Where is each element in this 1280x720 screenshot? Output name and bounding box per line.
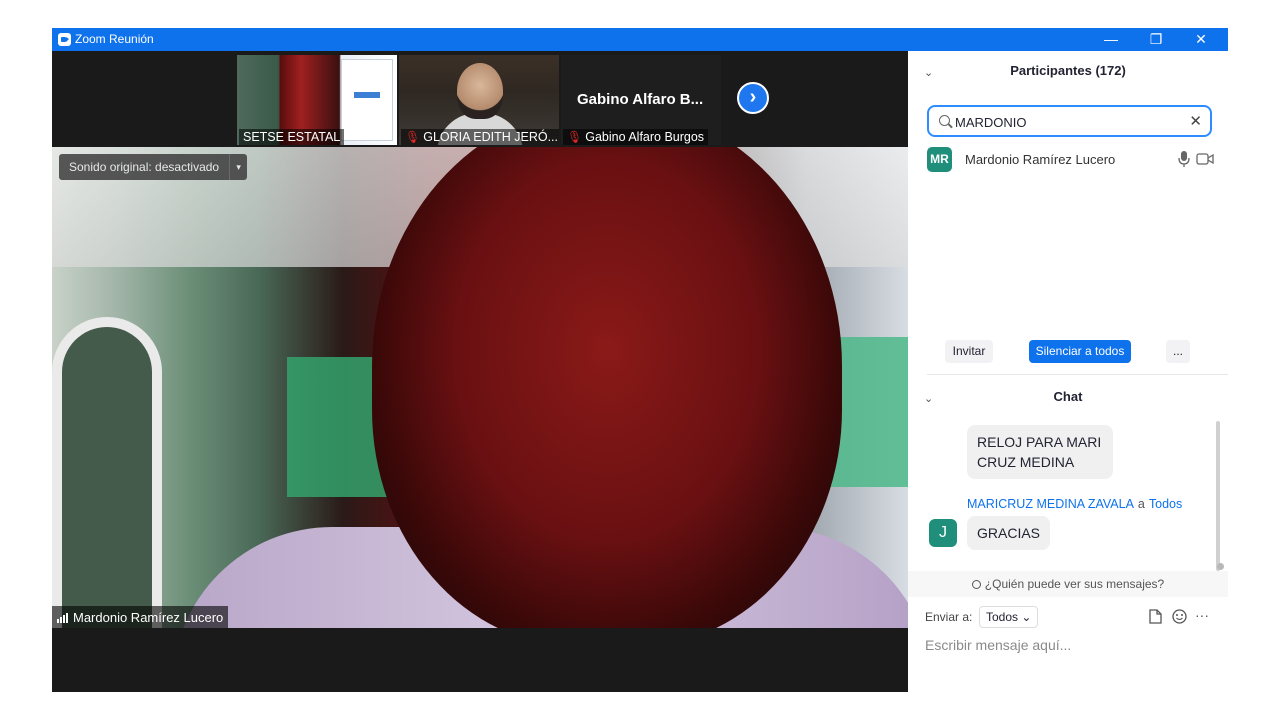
more-chat-options-icon[interactable]: ···: [1195, 607, 1209, 623]
to-word: a: [1137, 497, 1145, 511]
active-speaker-video: Sonido original: desactivado ▾ Mardonio …: [52, 147, 908, 628]
avatar: MR: [927, 147, 952, 172]
search-input[interactable]: [955, 113, 1175, 131]
chat-header: ⌄ Chat: [908, 389, 1228, 415]
search-icon: [939, 115, 950, 126]
speaker-name-tag: Mardonio Ramírez Lucero: [52, 606, 229, 628]
chat-scrollbar[interactable]: [1216, 421, 1220, 571]
avatar: J: [929, 519, 957, 547]
emoji-icon[interactable]: [1172, 609, 1187, 624]
panel-divider: [927, 374, 1228, 375]
side-panel: ⌄ Participantes (172) ✕ MR Mardonio Ramí…: [908, 51, 1228, 692]
zoom-logo-icon: [58, 33, 71, 46]
thumbnail-setse-estatal[interactable]: SETSE ESTATAL: [237, 55, 397, 145]
sender-name[interactable]: MARICRUZ MEDINA ZAVALA: [967, 497, 1134, 511]
chat-title: Chat: [1053, 389, 1083, 404]
video-person: [457, 63, 503, 119]
chat-message: GRACIAS: [967, 516, 1051, 550]
next-page-button[interactable]: ›: [737, 82, 769, 114]
chevron-down-icon[interactable]: ▾: [229, 154, 247, 180]
title-bar: Zoom Reunión — ❐ ✕: [52, 28, 1228, 51]
thumbnail-strip: SETSE ESTATAL 🎙 GLORIA EDITH JERÓ... Gabi…: [52, 51, 908, 147]
muted-mic-icon: 🎙: [405, 130, 421, 144]
message-input[interactable]: Escribir mensaje aquí...: [925, 637, 1071, 653]
chat-sender-line: MARICRUZ MEDINA ZAVALA a Todos: [967, 497, 1182, 511]
recipient-name[interactable]: Todos: [1149, 497, 1182, 511]
close-window-button[interactable]: ✕: [1179, 28, 1223, 51]
participant-row[interactable]: MR Mardonio Ramírez Lucero: [927, 147, 1217, 173]
zoom-window: Zoom Reunión — ❐ ✕ SETSE ESTATAL 🎙 GLORIA…: [52, 28, 1228, 692]
who-can-see-text: ¿Quién puede ver sus mensajes?: [984, 577, 1165, 591]
minimize-button[interactable]: —: [1089, 28, 1133, 51]
thumbnail-gabino[interactable]: Gabino Alfaro B... 🎙 Gabino Alfaro Burgos: [561, 55, 721, 145]
microphone-icon[interactable]: [1177, 150, 1191, 168]
more-options-button[interactable]: ...: [1166, 340, 1190, 363]
thumbnail-gloria[interactable]: 🎙 GLORIA EDITH JERÓ...: [399, 55, 559, 145]
thumbnail-name: 🎙 GLORIA EDITH JERÓ...: [401, 129, 559, 145]
thumbnail-name: 🎙 Gabino Alfaro Burgos: [563, 129, 709, 145]
video-area: SETSE ESTATAL 🎙 GLORIA EDITH JERÓ... Gabi…: [52, 51, 908, 692]
video-camera-icon[interactable]: [1196, 152, 1214, 166]
mute-all-button[interactable]: Silenciar a todos: [1029, 340, 1131, 363]
send-to-label: Enviar a:: [925, 610, 973, 624]
clear-search-icon[interactable]: ✕: [1189, 112, 1202, 130]
participants-header: ⌄ Participantes (172): [908, 63, 1228, 89]
participants-title: Participantes (172): [1010, 63, 1126, 78]
participant-name: Mardonio Ramírez Lucero: [965, 152, 1116, 167]
signal-strength-icon: [57, 612, 68, 623]
original-sound-toggle[interactable]: Sonido original: desactivado ▾: [59, 154, 248, 180]
thumbnail-big-name: Gabino Alfaro B...: [577, 91, 704, 108]
restore-button[interactable]: ❐: [1134, 28, 1178, 51]
person-privacy-icon: [971, 580, 981, 589]
window-title: Zoom Reunión: [75, 32, 154, 46]
file-icon[interactable]: [1149, 609, 1162, 624]
thumbnail-name: SETSE ESTATAL: [239, 129, 345, 145]
participant-actions: Invitar Silenciar a todos ...: [908, 337, 1228, 367]
original-sound-label: Sonido original: desactivado: [69, 160, 220, 174]
muted-mic-icon: 🎙: [567, 130, 583, 144]
chat-message: RELOJ PARA MARI CRUZ MEDINA: [967, 425, 1113, 479]
participant-search[interactable]: ✕: [927, 105, 1212, 137]
speaker-name: Mardonio Ramírez Lucero: [73, 609, 224, 625]
who-can-see-bar[interactable]: ¿Quién puede ver sus mensajes?: [908, 571, 1228, 597]
recipient-select[interactable]: Todos ⌄: [979, 606, 1039, 628]
chevron-down-icon: ⌄: [1021, 610, 1032, 624]
video-face: [372, 147, 842, 628]
invite-button[interactable]: Invitar: [945, 340, 993, 363]
video-arch: [52, 317, 162, 628]
chat-scrollbar-thumb[interactable]: [1217, 563, 1224, 570]
shared-screen-preview: [341, 59, 393, 141]
